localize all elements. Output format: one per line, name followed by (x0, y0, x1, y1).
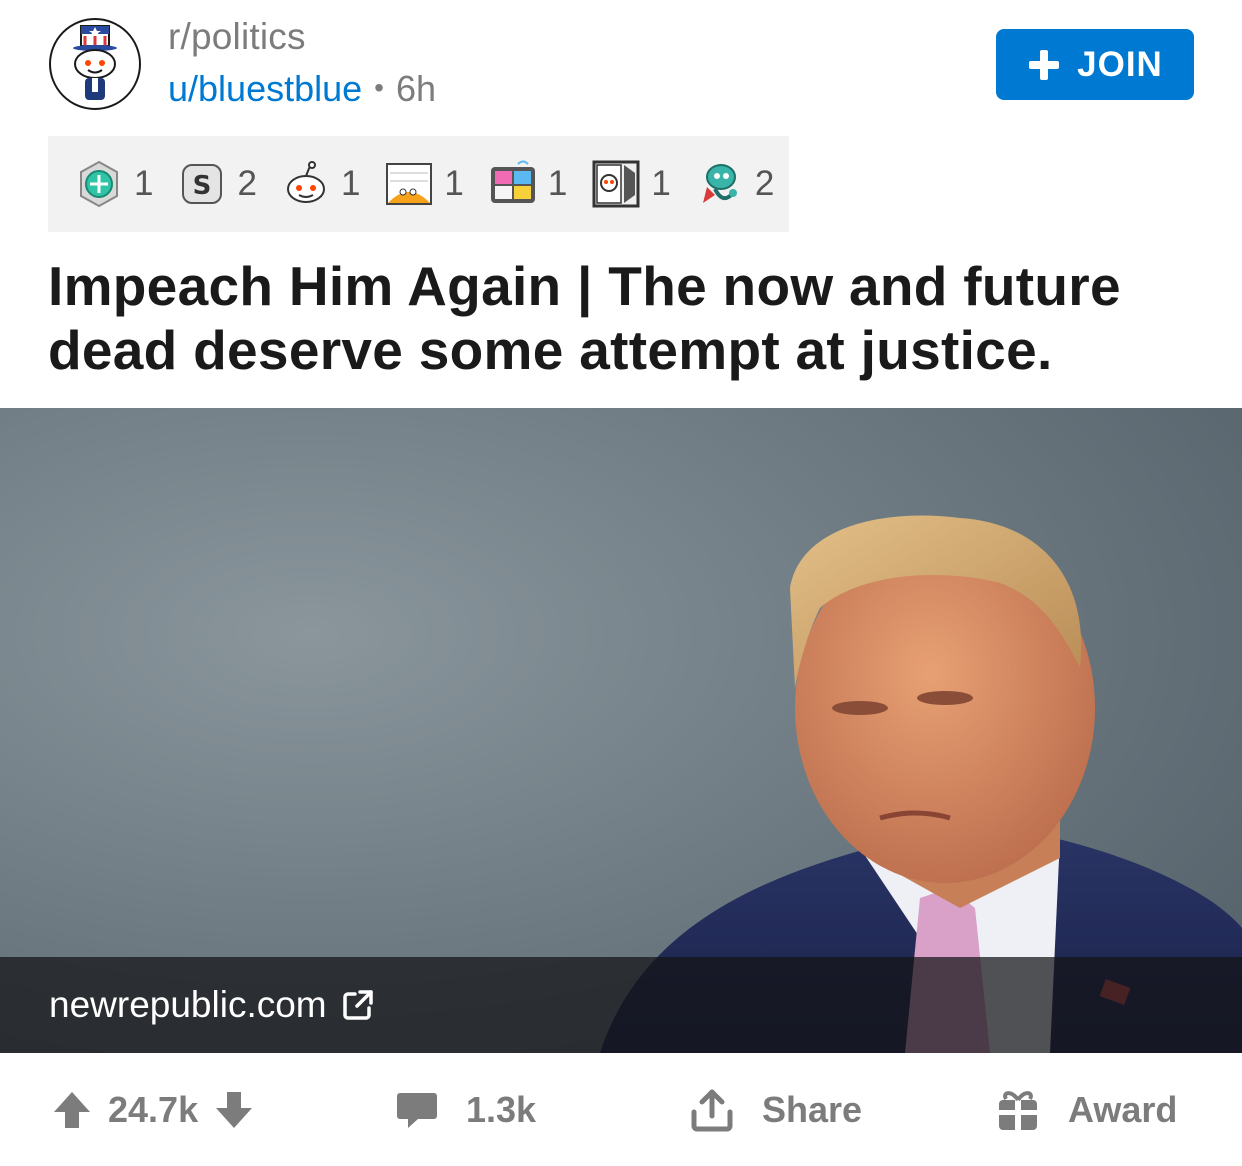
award-count: 2 (754, 164, 775, 203)
upvote-button[interactable] (52, 1090, 92, 1130)
author-link[interactable]: u/bluestblue (168, 68, 362, 109)
vote-count: 24.7k (108, 1088, 199, 1130)
join-button[interactable]: JOIN (996, 29, 1194, 100)
robot-faces-award-icon (490, 160, 535, 203)
subreddit-name[interactable]: r/politics (168, 16, 306, 58)
subreddit-avatar[interactable] (49, 18, 141, 110)
helpful-award-icon (80, 160, 118, 208)
award-item[interactable]: 1 (74, 159, 153, 209)
upvote-arrow-icon (54, 1091, 90, 1128)
comment-bubble-icon (397, 1092, 437, 1128)
award-count: 1 (547, 164, 568, 203)
award-item[interactable]: 1 (591, 159, 671, 209)
share-label: Share (762, 1088, 863, 1130)
snoo-window-award-icon (592, 160, 640, 208)
share-icon (691, 1089, 733, 1131)
award-count: 1 (134, 164, 154, 203)
award-item[interactable]: 2 (695, 159, 774, 209)
award-item[interactable]: 1 (281, 159, 360, 209)
post-title[interactable]: Impeach Him Again | The now and future d… (48, 254, 1208, 382)
teal-snoo-award-icon (702, 164, 737, 203)
plus-icon (1027, 48, 1061, 82)
awards-bar[interactable]: 1 S 2 1 1 1 1 2 (48, 136, 789, 232)
post-actions: 24.7k 1.3k Share Award (0, 1053, 1242, 1166)
award-count: 1 (340, 164, 361, 203)
post-meta: u/bluestblue • 6h (168, 68, 436, 110)
award-count: 1 (444, 164, 464, 203)
award-item[interactable]: 1 (488, 159, 567, 209)
share-button[interactable]: Share (690, 1053, 862, 1166)
downvote-arrow-icon (216, 1091, 253, 1128)
svg-text:S: S (193, 171, 212, 201)
link-bar[interactable]: newrepublic.com (0, 957, 1242, 1053)
post-age: 6h (395, 68, 437, 109)
doge-chart-award-icon (386, 163, 433, 205)
comments-button[interactable]: 1.3k (396, 1053, 536, 1166)
award-count: 2 (237, 164, 257, 203)
award-item[interactable]: S 2 (177, 159, 257, 209)
vote-group: 24.7k (52, 1053, 254, 1166)
comment-count: 1.3k (466, 1088, 537, 1130)
award-button[interactable]: Award (996, 1053, 1177, 1166)
silver-coin-award-icon: S (182, 164, 223, 204)
uncle-sam-snoo-icon (73, 25, 117, 100)
join-label: JOIN (1077, 44, 1163, 84)
award-label: Award (1068, 1088, 1178, 1130)
external-link-icon (341, 988, 375, 1022)
award-count: 1 (651, 164, 671, 203)
meta-separator: • (374, 72, 384, 103)
snoo-wholesome-award-icon (286, 161, 325, 203)
link-preview-image[interactable]: newrepublic.com (0, 408, 1242, 1053)
award-item[interactable]: 1 (384, 159, 464, 209)
downvote-button[interactable] (214, 1090, 254, 1130)
link-domain[interactable]: newrepublic.com (49, 984, 327, 1026)
gift-icon (999, 1090, 1037, 1130)
